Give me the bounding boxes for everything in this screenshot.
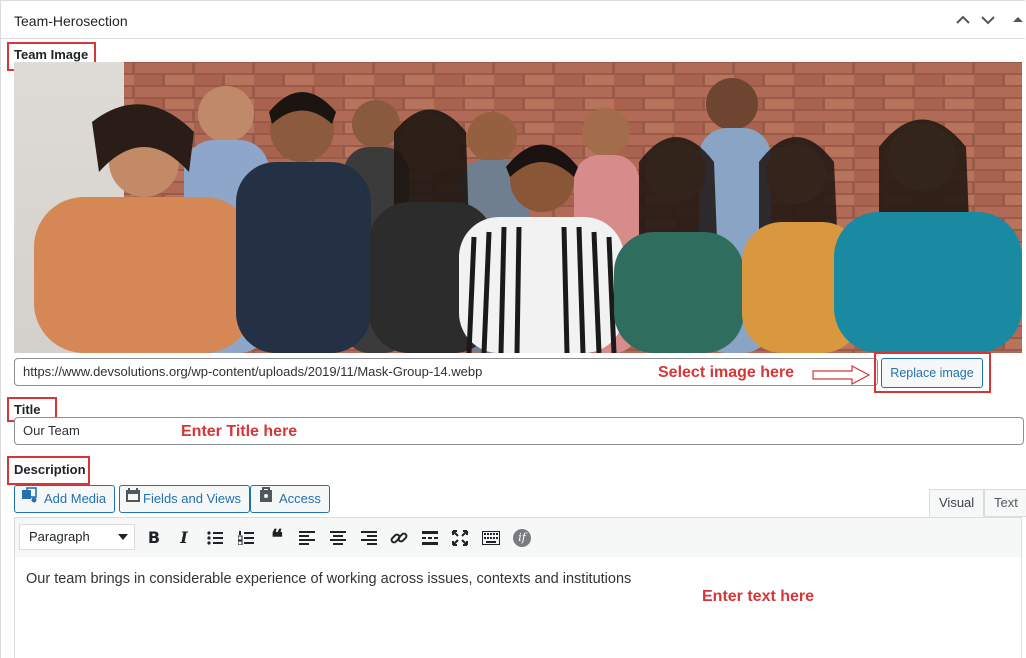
title-input[interactable]: Our Team: [14, 417, 1024, 445]
access-label: Access: [279, 491, 321, 506]
align-left-icon[interactable]: [296, 527, 318, 549]
media-icon: [21, 486, 39, 512]
conditional-if-icon[interactable]: if: [511, 527, 533, 549]
annotation-enter-title: Enter Title here: [181, 423, 298, 440]
access-button[interactable]: Access: [250, 485, 330, 513]
add-media-button[interactable]: Add Media: [14, 485, 116, 513]
calendar-icon: [125, 486, 141, 512]
fields-views-button[interactable]: Fields and Views: [119, 485, 251, 513]
numbered-list-icon[interactable]: [235, 527, 257, 549]
team-image-label: Team Image: [14, 47, 89, 62]
editor-text: Our team brings in considerable experien…: [26, 571, 632, 587]
panel-title: Team-Herosection: [14, 13, 128, 29]
format-select-value: Paragraph: [29, 529, 90, 544]
blockquote-icon[interactable]: ❝: [266, 527, 288, 549]
annotation-enter-text: Enter text here: [702, 588, 815, 605]
toolbar-toggle-icon[interactable]: [480, 527, 502, 549]
lock-icon: [258, 486, 274, 512]
editor-content-area[interactable]: Our team brings in considerable experien…: [14, 557, 1022, 658]
tab-visual[interactable]: Visual: [929, 489, 985, 517]
italic-icon[interactable]: I: [173, 527, 195, 549]
if-glyph: if: [513, 529, 531, 547]
link-icon[interactable]: [388, 527, 410, 549]
align-center-icon[interactable]: [327, 527, 349, 549]
chevron-down-icon[interactable]: [979, 11, 997, 29]
caret-down-icon: [118, 534, 128, 540]
triangle-up-icon[interactable]: [1009, 11, 1026, 29]
title-label: Title: [14, 402, 41, 417]
tab-text[interactable]: Text: [984, 489, 1026, 517]
fullscreen-icon[interactable]: [449, 527, 471, 549]
team-photo: [14, 62, 1022, 353]
chevron-up-icon[interactable]: [954, 11, 972, 29]
align-right-icon[interactable]: [358, 527, 380, 549]
arrow-right-icon: [812, 365, 871, 388]
bold-icon[interactable]: B: [143, 527, 165, 549]
format-select[interactable]: Paragraph: [19, 524, 135, 550]
panel-header: Team-Herosection: [1, 1, 1025, 39]
read-more-icon[interactable]: [419, 527, 441, 549]
bullet-list-icon[interactable]: [204, 527, 226, 549]
replace-image-button[interactable]: Replace image: [881, 358, 983, 388]
fields-views-label: Fields and Views: [143, 491, 242, 506]
annotation-select-image: Select image here: [658, 364, 795, 381]
description-label: Description: [14, 462, 86, 477]
add-media-label: Add Media: [44, 491, 107, 506]
editor-toolbar: Paragraph B I ❝ if: [14, 517, 1022, 558]
